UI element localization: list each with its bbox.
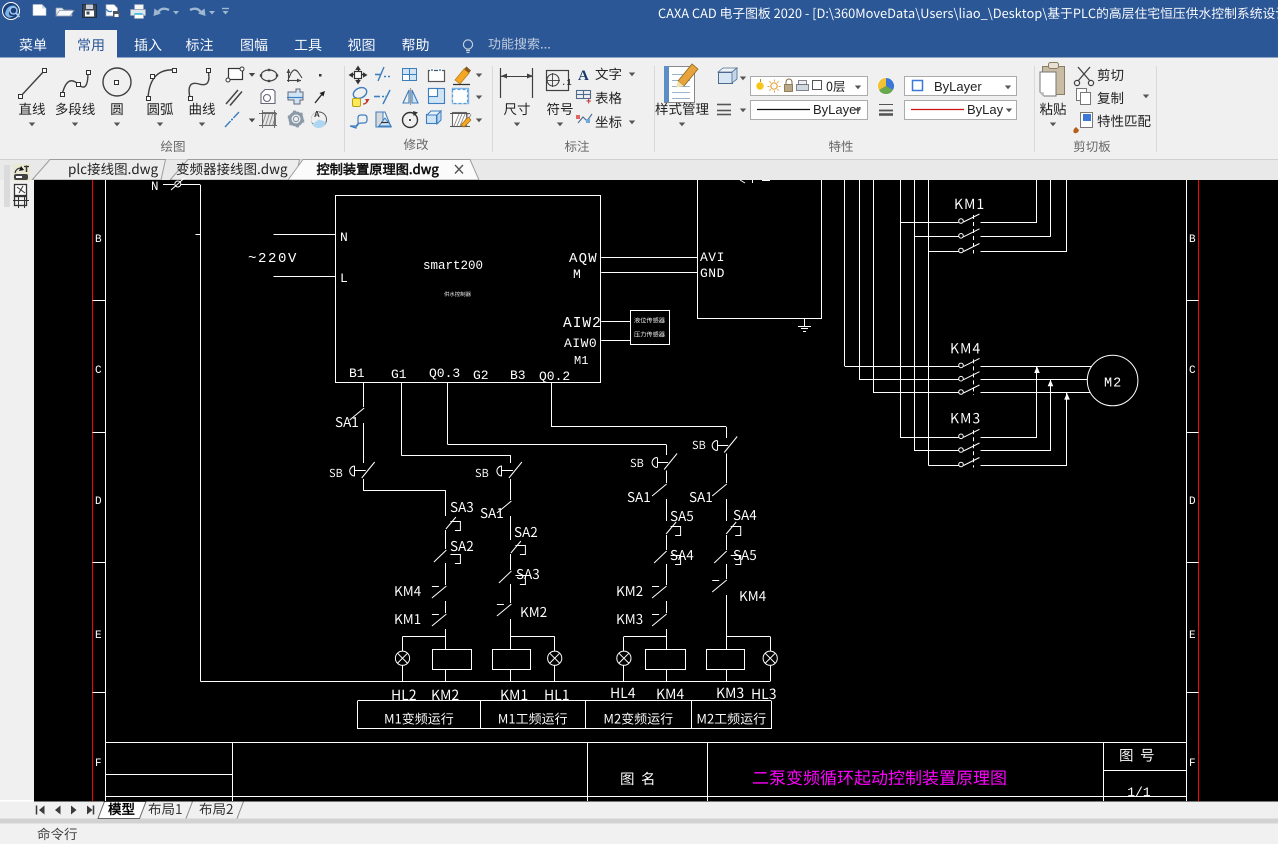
svg-text:ByLay: ByLay xyxy=(967,102,1004,117)
svg-text:C: C xyxy=(95,365,102,377)
svg-text:smart200: smart200 xyxy=(423,259,483,273)
svg-text:N: N xyxy=(151,180,159,194)
svg-text:+: + xyxy=(586,97,591,107)
svg-text:A: A xyxy=(578,68,589,84)
svg-text:GND: GND xyxy=(700,266,725,281)
svg-text:AVI: AVI xyxy=(700,250,725,265)
svg-text:C: C xyxy=(1189,365,1196,377)
svg-text:ByLayer: ByLayer xyxy=(813,102,861,117)
svg-text:AQW: AQW xyxy=(569,251,598,267)
svg-text:~220V: ~220V xyxy=(248,251,298,267)
svg-text:A: A xyxy=(314,110,320,119)
svg-text:F: F xyxy=(1189,758,1196,770)
svg-text:AIW2: AIW2 xyxy=(563,316,602,332)
svg-text:B1: B1 xyxy=(349,366,365,381)
svg-text:B: B xyxy=(1189,234,1196,246)
svg-text:B3: B3 xyxy=(510,368,526,383)
svg-text:Q0.2: Q0.2 xyxy=(539,369,570,384)
svg-text:M1: M1 xyxy=(574,354,588,368)
svg-text:D: D xyxy=(1189,496,1196,508)
svg-text:L: L xyxy=(340,271,348,286)
svg-text:.1: .1 xyxy=(561,78,572,88)
svg-text:M: M xyxy=(573,267,581,282)
svg-text:F: F xyxy=(95,758,102,770)
svg-text:E: E xyxy=(1189,630,1196,642)
svg-text:G2: G2 xyxy=(473,368,489,383)
svg-text:M2: M2 xyxy=(1104,377,1122,392)
svg-text:N: N xyxy=(340,230,348,245)
svg-text:Q0.3: Q0.3 xyxy=(429,366,460,381)
svg-text:D: D xyxy=(95,496,102,508)
svg-text:E: E xyxy=(95,630,102,642)
svg-text:1/1: 1/1 xyxy=(1127,785,1151,800)
svg-text:G1: G1 xyxy=(391,367,407,382)
svg-text:AIW0: AIW0 xyxy=(564,336,597,351)
svg-text:B: B xyxy=(95,234,102,246)
svg-text:ByLayer: ByLayer xyxy=(934,79,982,94)
